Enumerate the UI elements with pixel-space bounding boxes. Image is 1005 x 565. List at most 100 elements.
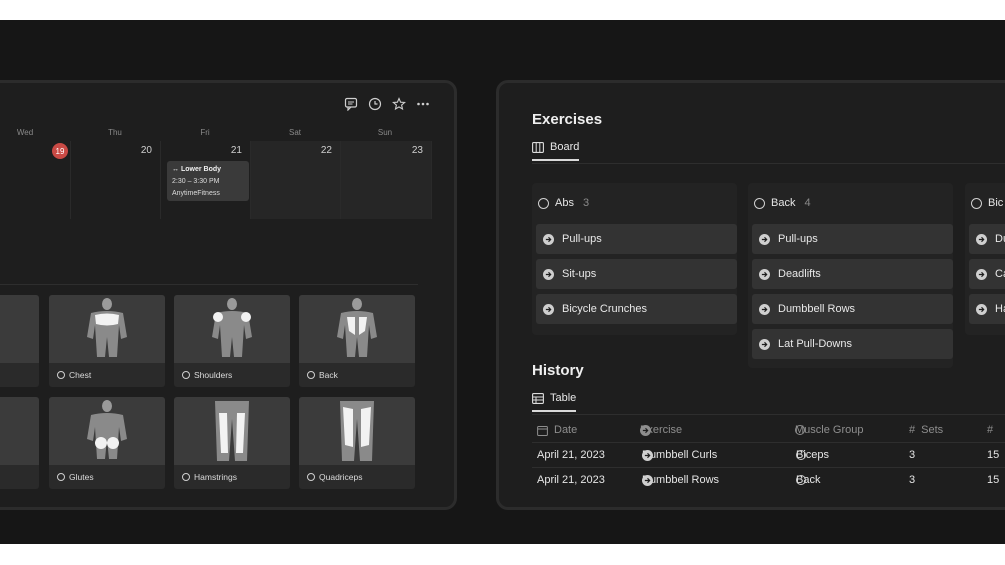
day-number: 22: [320, 145, 332, 156]
muscle-card-chest[interactable]: Chest: [49, 295, 165, 387]
today-badge: 19: [52, 143, 68, 159]
muscle-name: Shoulders: [194, 370, 233, 380]
arrow-right-circle-icon: [759, 268, 770, 280]
calendar-day-cell[interactable]: 19: [0, 141, 71, 219]
calendar-day-cell[interactable]: 21 ↔ Lower Body 2:30 – 3:30 PM AnytimeFi…: [161, 141, 251, 219]
body-back-icon: [299, 295, 415, 363]
arrow-right-circle-icon: [976, 233, 987, 245]
calendar-event[interactable]: ↔ Lower Body 2:30 – 3:30 PM AnytimeFitne…: [167, 161, 249, 201]
circle-icon: [307, 371, 315, 379]
circle-icon: [57, 371, 65, 379]
muscle-card-back[interactable]: Back: [299, 295, 415, 387]
circle-icon: [796, 450, 806, 460]
cell-muscle[interactable]: Back: [796, 474, 820, 486]
table-row[interactable]: April 21, 2023 Dumbbell Curls Biceps 3 1…: [532, 442, 1005, 467]
weekday-header: Wed Thu Fri Sat Sun: [0, 128, 438, 142]
event-time: 2:30 – 3:30 PM: [172, 178, 220, 185]
muscle-label: Shoulders: [182, 370, 232, 380]
table-icon: [532, 392, 544, 404]
board-card[interactable]: Deadlifts: [752, 259, 953, 289]
board-card[interactable]: Bicycle Crunches: [536, 294, 737, 324]
column-header-exercise[interactable]: Exercise: [640, 424, 682, 436]
muscle-card-hamstrings[interactable]: Hamstrings: [174, 397, 290, 489]
day-number: 23: [411, 145, 423, 156]
arrow-right-circle-icon: [640, 424, 651, 436]
board-card[interactable]: Sit-ups: [536, 259, 737, 289]
column-count: 4: [804, 197, 811, 209]
table-header-row: Date Exercise Muscle Group # Sets #: [532, 420, 1005, 442]
body-back-icon: [49, 397, 165, 465]
column-header[interactable]: Bic: [971, 197, 1003, 209]
card-title: Pull-ups: [562, 233, 602, 245]
muscle-label: Glutes: [57, 472, 94, 482]
clock-icon[interactable]: [368, 97, 382, 111]
column-header-muscle-group[interactable]: Muscle Group: [795, 424, 863, 436]
board-icon: [532, 141, 544, 153]
muscle-label: Hamstrings: [182, 472, 237, 482]
column-header[interactable]: Back 4: [754, 197, 811, 209]
header-label: Muscle Group: [795, 424, 864, 436]
column-header-date[interactable]: Date: [537, 424, 577, 436]
muscle-card-quadriceps[interactable]: Quadriceps: [299, 397, 415, 489]
arrow-right-circle-icon: [759, 233, 770, 245]
column-count: 3: [582, 197, 590, 209]
cell-muscle[interactable]: Biceps: [796, 449, 829, 461]
body-diagram-icon: [0, 397, 39, 465]
circle-icon: [971, 197, 982, 209]
tab-table[interactable]: Table: [532, 392, 577, 412]
arrow-right-circle-icon: [543, 233, 554, 245]
muscle-card-shoulders[interactable]: Shoulders: [174, 295, 290, 387]
board-column-biceps: Bic Du Ca Ha: [965, 183, 1005, 335]
dark-background: Wed Thu Fri Sat Sun 19 20 21 ↔ Lower Bod…: [0, 20, 1005, 544]
body-diagram-icon: [0, 295, 39, 363]
cell-exercise[interactable]: Dumbbell Rows: [642, 474, 719, 486]
circle-icon: [307, 473, 315, 481]
card-title: Dumbbell Rows: [778, 303, 856, 315]
arrow-right-circle-icon: [976, 268, 987, 280]
tab-label: Board: [550, 141, 580, 153]
cell-reps: 15: [987, 474, 1000, 486]
header-label: #: [987, 424, 994, 436]
day-number: 21: [230, 145, 242, 156]
muscle-card-partial[interactable]: [0, 397, 39, 489]
muscle-label: Quadriceps: [307, 472, 362, 482]
board-card[interactable]: Ha: [969, 294, 1005, 324]
board-card[interactable]: Du: [969, 224, 1005, 254]
muscle-name: Quadriceps: [319, 472, 363, 482]
card-title: Pull-ups: [778, 233, 818, 245]
cell-exercise[interactable]: Dumbbell Curls: [642, 449, 717, 461]
cell-date: April 21, 2023: [537, 474, 605, 486]
comment-icon[interactable]: [344, 97, 358, 111]
arrow-right-circle-icon: [759, 303, 770, 315]
column-name: Bic: [988, 197, 1004, 209]
card-title: Deadlifts: [778, 268, 821, 280]
more-icon[interactable]: [416, 97, 430, 111]
calendar-day-cell[interactable]: 20: [71, 141, 161, 219]
circle-icon: [182, 473, 190, 481]
muscle-name: Back: [319, 370, 338, 380]
board-card[interactable]: Ca: [969, 259, 1005, 289]
board-card[interactable]: Lat Pull-Downs: [752, 329, 953, 359]
board-card[interactable]: Pull-ups: [752, 224, 953, 254]
cell-reps: 15: [987, 449, 1000, 461]
star-icon[interactable]: [392, 97, 406, 111]
exercises-title: Exercises: [532, 111, 603, 128]
calendar-day-cell[interactable]: 23: [341, 141, 432, 219]
column-header-reps[interactable]: #: [987, 424, 993, 436]
muscle-card-partial[interactable]: [0, 295, 39, 387]
arrow-right-circle-icon: [543, 268, 554, 280]
weekday-label: Wed: [16, 128, 34, 137]
card-title: Lat Pull-Downs: [778, 338, 852, 350]
column-header[interactable]: Abs 3: [538, 197, 589, 209]
table-row[interactable]: April 21, 2023 Dumbbell Rows Back 3 15: [532, 467, 1005, 492]
board-card[interactable]: Dumbbell Rows: [752, 294, 953, 324]
calendar-window: Wed Thu Fri Sat Sun 19 20 21 ↔ Lower Bod…: [0, 80, 457, 510]
tab-board[interactable]: Board: [532, 141, 580, 161]
board-card[interactable]: Pull-ups: [536, 224, 737, 254]
card-title: Ca: [995, 268, 1005, 280]
calendar-day-cell[interactable]: 22: [251, 141, 341, 219]
column-header-sets[interactable]: # Sets: [909, 424, 943, 436]
event-location: AnytimeFitness: [172, 190, 220, 197]
circle-icon: [796, 475, 806, 485]
muscle-card-glutes[interactable]: Glutes: [49, 397, 165, 489]
